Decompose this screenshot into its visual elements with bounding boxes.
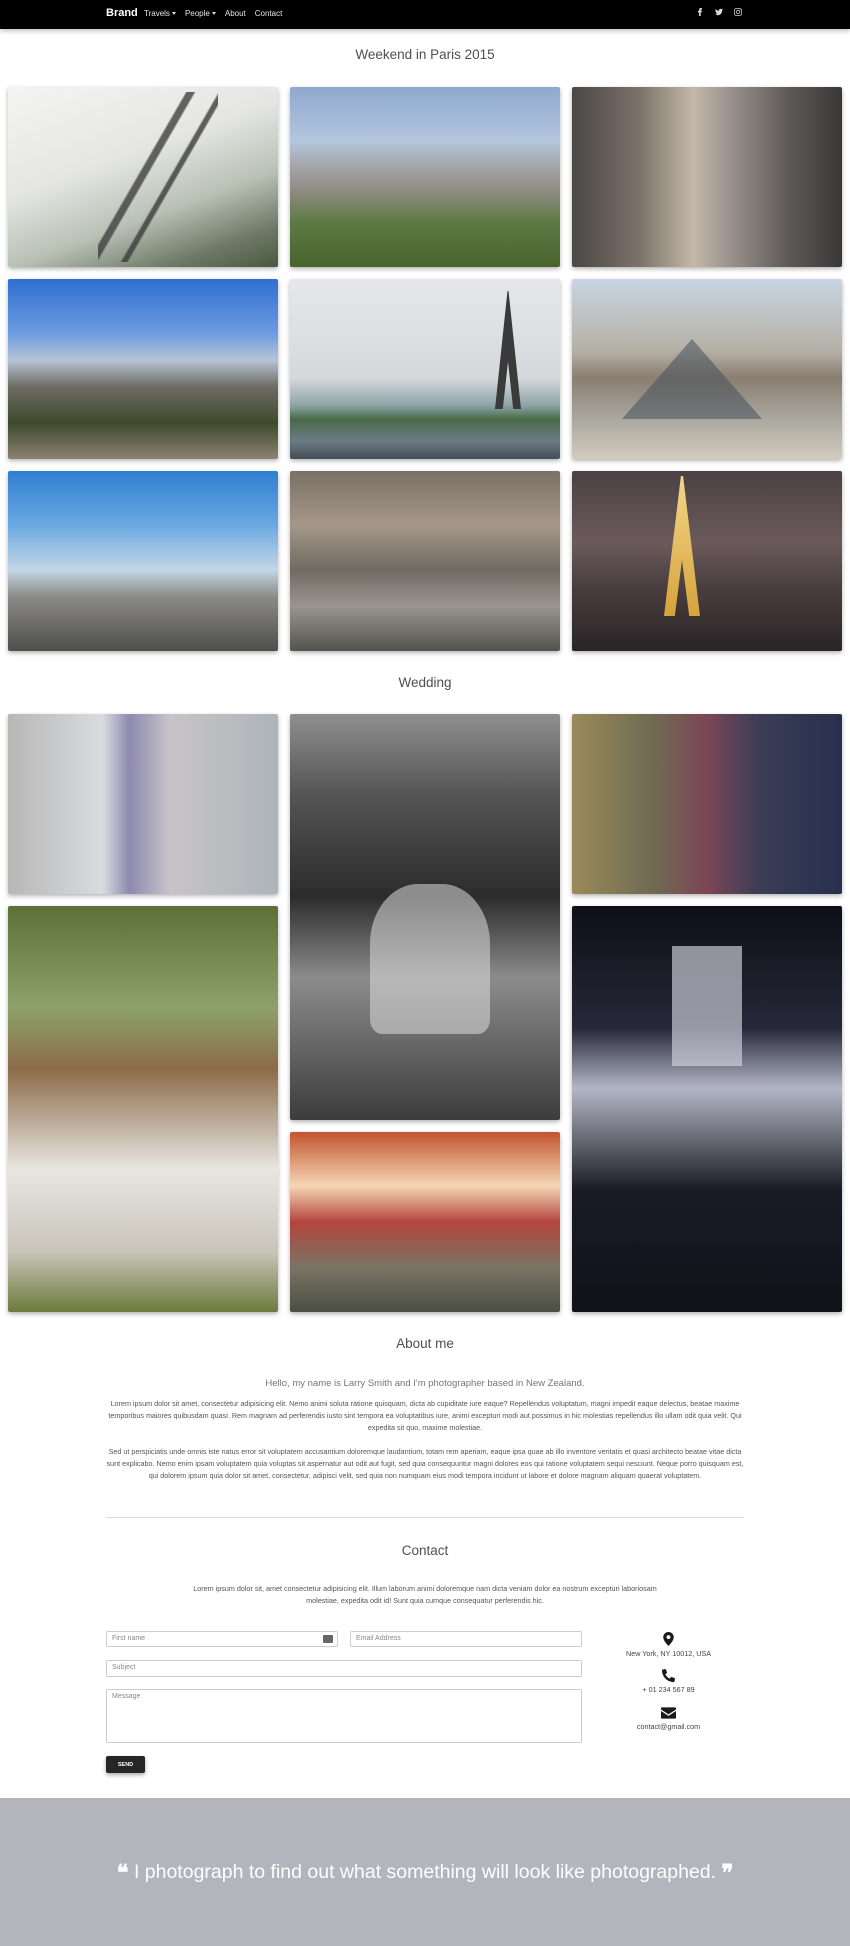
nav-menu: Travels People About Contact [144,9,282,18]
quote: ❝ I photograph to find out what somethin… [0,1860,850,1886]
photo-bride-bouquet[interactable] [8,714,278,894]
quote-text: I photograph to find out what something … [133,1861,717,1883]
photo-louvre-pyramid[interactable] [572,279,842,459]
nav-item-about[interactable]: About [225,9,246,18]
quote-left-icon: ❝ [116,1860,129,1885]
contact-phone: + 01 234 567 89 [600,1669,737,1694]
message-field[interactable]: Message [106,1689,582,1743]
chevron-down-icon [211,12,216,15]
twitter-icon[interactable] [715,8,723,16]
navbar: Brand Travels People About Contact [0,0,850,29]
paris-section-title: Weekend in Paris 2015 [355,47,495,62]
subject-placeholder: Subject [112,1664,136,1671]
first-name-field[interactable]: First name [106,1631,338,1647]
chevron-down-icon [171,12,176,15]
nav-item-people[interactable]: People [185,9,216,18]
contact-email-text: contact@gmail.com [636,1722,701,1731]
nav-item-label: People [184,9,210,18]
nav-item-contact[interactable]: Contact [255,9,283,18]
contact-address-text: New York, NY 10012, USA [626,1649,711,1658]
nav-item-label: Travels [144,9,170,18]
first-name-placeholder: First name [112,1635,146,1642]
contact-address: New York, NY 10012, USA [600,1632,737,1658]
nav-item-travels[interactable]: Travels [144,9,176,18]
photo-bride-in-forest[interactable] [8,906,278,1312]
phone-icon [662,1669,675,1682]
about-lead: Hello, my name is Larry Smith and I'm ph… [265,1378,585,1389]
autofill-card-icon[interactable] [323,1635,333,1643]
about-paragraph-1: Lorem ipsum dolor sit amet, consectetur … [108,1399,742,1433]
contact-email: contact@gmail.com [600,1707,737,1731]
contact-phone-text: + 01 234 567 89 [642,1685,695,1694]
email-field[interactable]: Email Address [350,1631,582,1647]
facebook-icon[interactable] [696,8,704,16]
photo-paris-street[interactable] [572,87,842,267]
photo-bouquet-hands[interactable] [572,714,842,894]
about-paragraph-2: Sed ut perspiciatis unde omnis iste natu… [106,1447,744,1481]
wedding-section-title: Wedding [398,675,452,690]
email-placeholder: Email Address [356,1635,401,1642]
send-button[interactable]: SEND [106,1756,145,1773]
contact-lead: Lorem ipsum dolor sit, amet consectetur … [193,1584,657,1606]
photo-paris-skyline[interactable] [8,471,278,651]
photo-eiffel-tower-night[interactable] [572,471,842,651]
instagram-icon[interactable] [734,8,742,16]
photo-notre-dame[interactable] [8,279,278,459]
subject-field[interactable]: Subject [106,1660,582,1677]
envelope-icon [661,1707,676,1719]
social-links [696,8,742,16]
contact-section-title: Contact [401,1543,449,1558]
message-placeholder: Message [112,1693,141,1700]
photo-couple-walking-garden[interactable] [290,1132,560,1312]
brand-link[interactable]: Brand [106,7,138,19]
photo-couple-silhouette-window[interactable] [572,906,842,1312]
photo-eiffel-tower-seine[interactable] [290,279,560,459]
quote-right-icon: ❞ [721,1860,734,1885]
about-section-title: About me [396,1336,454,1351]
photo-couple-embrace-bw[interactable] [290,714,560,1120]
map-marker-icon [663,1632,674,1646]
photo-eiffel-tower-trees[interactable] [8,87,278,267]
photo-versailles-courtyard[interactable] [290,471,560,651]
photo-champ-de-mars-aerial[interactable] [290,87,560,267]
section-divider [106,1517,744,1518]
